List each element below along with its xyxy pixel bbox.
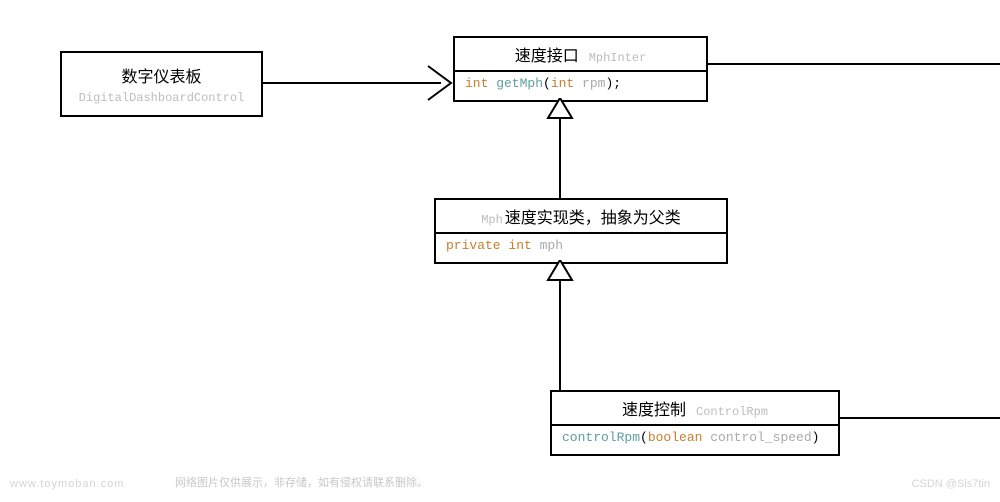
compartment-method: controlRpm(boolean control_speed)	[552, 426, 838, 454]
field-declaration: private int mph	[446, 238, 563, 253]
compartment-title: Mph 速度实现类，抽象为父类	[436, 200, 726, 234]
method-signature: controlRpm(boolean control_speed)	[562, 430, 819, 445]
class-box-impl: Mph 速度实现类，抽象为父类 private int mph	[434, 198, 728, 264]
compartment-method: int getMph(int rpm);	[455, 72, 706, 100]
class-title-cn: 数字仪表板	[121, 63, 201, 87]
class-title-cn: 速度实现类，抽象为父类	[505, 204, 681, 228]
edge-line-top	[708, 62, 1000, 66]
arrow-impl-to-interface	[540, 98, 580, 200]
class-title-en: DigitalDashboardControl	[79, 91, 245, 105]
class-box-control: 速度控制 ControlRpm controlRpm(boolean contr…	[550, 390, 840, 456]
compartment-title: 数字仪表板 DigitalDashboardControl	[62, 53, 261, 115]
class-box-dashboard: 数字仪表板 DigitalDashboardControl	[60, 51, 263, 117]
footer-note: 网络图片仅供展示，非存储，如有侵权请联系删除。	[175, 474, 428, 490]
class-title-cn: 速度控制	[622, 396, 686, 420]
compartment-title: 速度接口 MphInter	[455, 38, 706, 72]
edge-line-bottom	[840, 416, 1000, 420]
class-title-en: ControlRpm	[696, 405, 768, 419]
class-box-interface: 速度接口 MphInter int getMph(int rpm);	[453, 36, 708, 102]
watermark-right: CSDN @Sis7tin	[912, 478, 990, 490]
class-title-cn: 速度接口	[515, 42, 579, 66]
class-prefix-en: Mph	[481, 213, 503, 227]
class-title-en: MphInter	[589, 51, 647, 65]
method-signature: int getMph(int rpm);	[465, 76, 621, 91]
arrow-control-to-impl	[540, 260, 580, 392]
watermark-left: www.toymoban.com	[10, 478, 124, 490]
compartment-title: 速度控制 ControlRpm	[552, 392, 838, 426]
compartment-field: private int mph	[436, 234, 726, 262]
arrow-dashboard-to-interface	[263, 58, 455, 108]
